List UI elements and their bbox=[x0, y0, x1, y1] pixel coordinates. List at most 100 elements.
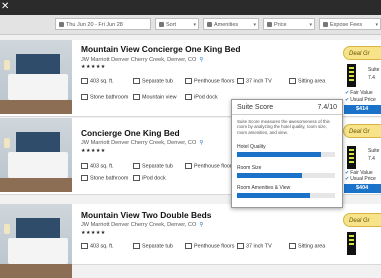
hotel-address-text: JW Marriott Denver Cherry Creek, Denver,… bbox=[81, 140, 197, 146]
price-dropdown[interactable]: Price ▾ bbox=[263, 18, 315, 30]
feature-icon bbox=[289, 243, 296, 249]
feature-icon bbox=[81, 175, 88, 181]
date-range-picker[interactable]: Thu Jun 20 - Fri Jun 28 bbox=[55, 18, 151, 30]
check-icon: ✔ bbox=[345, 176, 350, 182]
feature-icon bbox=[81, 78, 88, 84]
suite-score-value: 7.4 bbox=[368, 75, 375, 81]
room-title[interactable]: Concierge One King Bed bbox=[81, 128, 180, 138]
feature-item: Stone bathroom bbox=[81, 175, 128, 181]
metric-label: Room Amenities & View bbox=[237, 185, 291, 191]
feature-icon bbox=[133, 243, 140, 249]
feature-item: Sitting area bbox=[289, 243, 325, 249]
price-button[interactable]: $404 bbox=[344, 184, 381, 193]
room-title[interactable]: Mountain View Two Double Beds bbox=[81, 210, 211, 220]
feature-item: Penthouse floors bbox=[185, 243, 234, 249]
feature-label: iPod dock bbox=[194, 94, 218, 101]
feature-icon bbox=[185, 163, 192, 169]
star-rating: ★★★★★ bbox=[81, 230, 106, 236]
chevron-down-icon: ▾ bbox=[309, 22, 312, 28]
close-icon[interactable]: ✕ bbox=[1, 1, 9, 13]
map-pin-icon[interactable]: ⚲ bbox=[199, 57, 203, 63]
feature-item: iPod dock bbox=[133, 175, 166, 181]
feature-icon bbox=[185, 243, 192, 249]
feature-icon bbox=[289, 78, 296, 84]
tag-icon bbox=[267, 22, 272, 28]
feature-label: 403 sq. ft. bbox=[90, 78, 114, 85]
feature-label: iPod dock bbox=[142, 175, 166, 182]
suite-score-gauge[interactable] bbox=[347, 232, 356, 255]
room-photo[interactable] bbox=[0, 40, 72, 114]
feature-item: 37 inch TV bbox=[237, 243, 272, 249]
feature-item: Mountain view bbox=[133, 94, 176, 100]
room-photo[interactable] bbox=[0, 204, 72, 278]
feature-item: 403 sq. ft. bbox=[81, 163, 114, 169]
hotel-address-text: JW Marriott Denver Cherry Creek, Denver,… bbox=[81, 222, 197, 228]
metric-bar bbox=[237, 193, 335, 198]
metric-label: Room Size bbox=[237, 165, 262, 171]
suite-score-value: 7.4 bbox=[368, 156, 375, 162]
sort-icon bbox=[159, 22, 164, 28]
feature-icon bbox=[237, 243, 244, 249]
feature-icon bbox=[81, 243, 88, 249]
feature-item: 403 sq. ft. bbox=[81, 243, 114, 249]
suite-score-gauge[interactable] bbox=[347, 64, 356, 87]
fees-icon bbox=[323, 22, 328, 28]
feature-item: iPod dock bbox=[185, 94, 218, 100]
popup-title: Suite Score bbox=[237, 104, 274, 111]
date-range-label: Thu Jun 20 - Fri Jun 28 bbox=[66, 22, 123, 28]
map-pin-icon[interactable]: ⚲ bbox=[199, 222, 203, 228]
usual-price-row: ✔Usual Price bbox=[345, 176, 376, 182]
feature-label: Penthouse floors bbox=[194, 163, 235, 170]
suite-score-gauge[interactable] bbox=[347, 146, 356, 169]
feature-label: Sitting area bbox=[298, 78, 326, 85]
check-icon: ✔ bbox=[345, 90, 350, 96]
metric-bar-fill bbox=[237, 173, 302, 178]
deal-badge: Deal Gr bbox=[343, 46, 381, 60]
feature-label: 403 sq. ft. bbox=[90, 243, 114, 250]
feature-icon bbox=[133, 94, 140, 100]
feature-icon bbox=[133, 175, 140, 181]
feature-item: Penthouse floors bbox=[185, 163, 234, 169]
hotel-address: JW Marriott Denver Cherry Creek, Denver,… bbox=[81, 222, 203, 228]
hotel-address-text: JW Marriott Denver Cherry Creek, Denver,… bbox=[81, 57, 197, 63]
expose-fees-dropdown[interactable]: Expose Fees ▾ bbox=[319, 18, 381, 30]
deal-badge: Deal Gr bbox=[343, 213, 381, 227]
amenities-dropdown[interactable]: Amenities ▾ bbox=[203, 18, 259, 30]
feature-item: Separate tub bbox=[133, 243, 173, 249]
feature-item: 37 inch TV bbox=[237, 78, 272, 84]
feature-label: Sitting area bbox=[298, 243, 326, 250]
suite-score-label: Suite bbox=[368, 67, 380, 73]
price-button[interactable]: $414 bbox=[344, 105, 381, 114]
calendar-icon bbox=[59, 22, 64, 28]
metric-bar-fill bbox=[237, 152, 322, 157]
chevron-down-icon: ▾ bbox=[375, 22, 378, 28]
top-bar: ✕ bbox=[0, 0, 381, 15]
usual-price-label: Usual Price bbox=[350, 176, 376, 182]
room-title[interactable]: Mountain View Concierge One King Bed bbox=[81, 44, 240, 54]
hotel-address: JW Marriott Denver Cherry Creek, Denver,… bbox=[81, 57, 203, 63]
feature-label: 403 sq. ft. bbox=[90, 163, 114, 170]
expose-fees-label: Expose Fees bbox=[330, 22, 363, 28]
feature-label: Separate tub bbox=[142, 78, 173, 85]
sort-label: Sort bbox=[166, 22, 177, 28]
fair-value-label: Fair Value bbox=[350, 90, 373, 96]
suite-score-popup: Suite Score 7.4/10 Suite Score measures … bbox=[231, 99, 343, 208]
feature-label: Penthouse floors bbox=[194, 243, 235, 250]
feature-item: 403 sq. ft. bbox=[81, 78, 114, 84]
feature-icon bbox=[185, 78, 192, 84]
fair-value-row: ✔Fair Value bbox=[345, 90, 373, 96]
feature-item: Separate tub bbox=[133, 163, 173, 169]
metric-bar-fill bbox=[237, 193, 310, 198]
filter-bar: Thu Jun 20 - Fri Jun 28 Sort ▾ Amenities ▾… bbox=[0, 15, 381, 35]
price-label: Price bbox=[274, 22, 287, 28]
map-pin-icon[interactable]: ⚲ bbox=[199, 140, 203, 146]
feature-icon bbox=[133, 163, 140, 169]
usual-price-row: ✔Usual Price bbox=[345, 97, 376, 103]
popup-description: Suite Score measures the awesomeness of … bbox=[237, 119, 330, 135]
popup-score: 7.4/10 bbox=[317, 104, 337, 111]
feature-label: 37 inch TV bbox=[246, 243, 272, 250]
room-photo[interactable] bbox=[0, 118, 72, 192]
room-card[interactable]: Mountain View Two Double Beds JW Marriot… bbox=[0, 204, 381, 278]
sort-dropdown[interactable]: Sort ▾ bbox=[155, 18, 199, 30]
metric-bar bbox=[237, 173, 335, 178]
